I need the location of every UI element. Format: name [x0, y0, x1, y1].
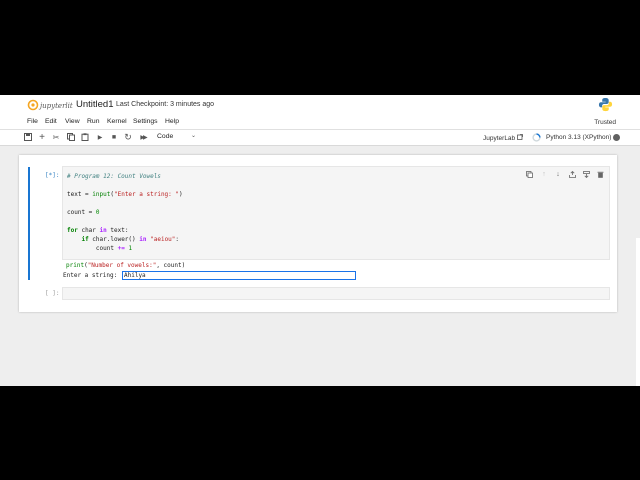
- notebook-title[interactable]: Untitled1: [76, 99, 114, 110]
- code-editor[interactable]: [62, 287, 610, 300]
- paste-icon[interactable]: [80, 132, 90, 142]
- move-down-icon[interactable]: ↓: [553, 169, 563, 179]
- scrollbar[interactable]: [636, 238, 640, 386]
- menu-edit[interactable]: Edit: [45, 118, 57, 125]
- open-jupyterlab-link[interactable]: JupyterLab: [483, 133, 523, 142]
- move-up-icon[interactable]: ↑: [539, 169, 549, 179]
- external-link-icon: [517, 133, 523, 140]
- insert-above-icon[interactable]: [567, 169, 577, 179]
- kernel-status-icon: [613, 133, 620, 141]
- run-icon[interactable]: ▶: [95, 132, 105, 142]
- cell-input-prompt: [*]:: [45, 172, 60, 179]
- cell-input-prompt: [ ]:: [45, 290, 60, 297]
- jupyter-window: jupyterlite Untitled1 Last Checkpoint: 3…: [0, 95, 640, 386]
- delete-cell-icon[interactable]: [595, 169, 605, 179]
- code-line: print("Number of vowels:", count): [66, 262, 186, 269]
- active-cell-collapser[interactable]: [28, 167, 30, 280]
- cell-type-value: Code: [157, 133, 174, 140]
- stop-icon[interactable]: ■: [109, 132, 119, 142]
- chevron-down-icon: ⌄: [191, 133, 197, 139]
- kernel-busy-spinner-icon: [532, 133, 541, 142]
- add-cell-icon[interactable]: +: [37, 132, 47, 143]
- code-line: text = input("Enter a string: "): [67, 191, 183, 198]
- menu-run[interactable]: Run: [87, 118, 99, 125]
- cell-type-dropdown[interactable]: Code ⌄: [157, 133, 199, 140]
- checkpoint-status: Last Checkpoint: 3 minutes ago: [116, 100, 215, 108]
- jupyterlab-link-label: JupyterLab: [483, 134, 516, 142]
- jupyterlite-logo[interactable]: jupyterlite: [27, 98, 73, 112]
- code-line: if char.lower() in "aeiou":: [81, 236, 180, 243]
- notebook-toolbar: + ✂ ▶ ■ ↻ ▶▶ Code ⌄ JupyterLab Python 3.…: [0, 130, 640, 146]
- python-logo-icon: [598, 97, 613, 112]
- trusted-indicator[interactable]: Trusted: [594, 119, 616, 126]
- cut-icon[interactable]: ✂: [51, 132, 61, 142]
- code-editor[interactable]: # Program 12: Count Vowels text = input(…: [62, 166, 610, 260]
- code-line: count += 1: [67, 245, 133, 252]
- stdin-input[interactable]: [122, 271, 356, 280]
- menu-settings[interactable]: Settings: [133, 118, 158, 125]
- stdin-prompt: Enter a string:: [63, 272, 118, 279]
- insert-below-icon[interactable]: [581, 169, 591, 179]
- kernel-name[interactable]: Python 3.13 (XPython): [546, 134, 611, 141]
- top-header: jupyterlite Untitled1 Last Checkpoint: 3…: [0, 95, 640, 115]
- save-icon[interactable]: [23, 132, 33, 142]
- restart-icon[interactable]: ↻: [123, 132, 133, 142]
- svg-text:jupyterlite: jupyterlite: [38, 102, 73, 110]
- code-line: # Program 12: Count Vowels: [67, 173, 161, 180]
- cell-toolbar: ↑ ↓: [524, 169, 606, 179]
- menubar: File Edit View Run Kernel Settings Help …: [0, 115, 640, 130]
- code-line: for char in text:: [67, 227, 129, 234]
- code-line: count = 0: [67, 209, 100, 216]
- menu-help[interactable]: Help: [165, 118, 179, 125]
- run-all-icon[interactable]: ▶▶: [138, 132, 148, 142]
- duplicate-cell-icon[interactable]: [524, 169, 534, 179]
- copy-icon[interactable]: [66, 132, 76, 142]
- menu-file[interactable]: File: [27, 118, 38, 125]
- menu-view[interactable]: View: [65, 118, 80, 125]
- notebook-panel: [*]: # Program 12: Count Vowels text = i…: [19, 155, 617, 312]
- menu-kernel[interactable]: Kernel: [107, 118, 127, 125]
